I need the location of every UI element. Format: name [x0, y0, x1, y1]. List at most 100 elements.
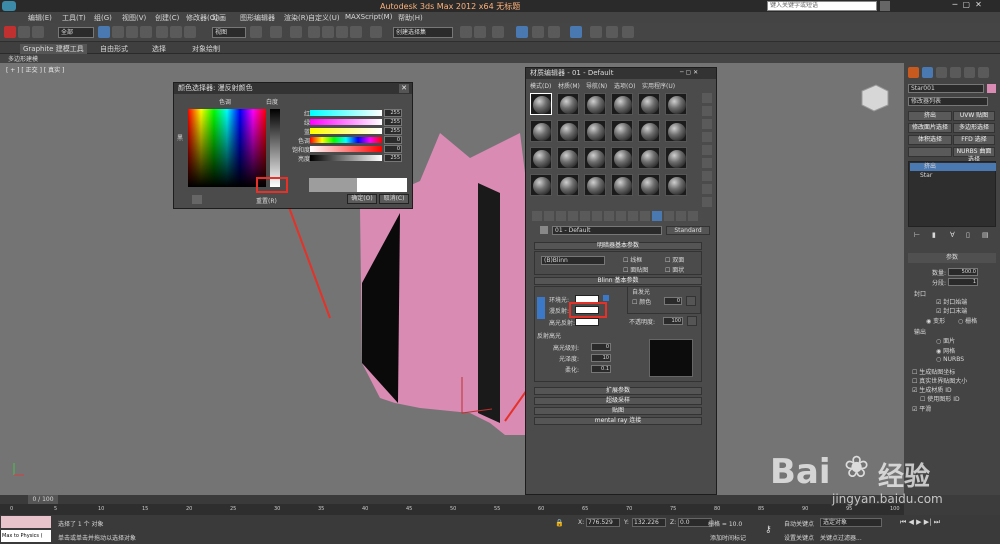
- cancel-button[interactable]: 取消(C): [379, 194, 409, 204]
- snap-icon[interactable]: [308, 26, 320, 38]
- set-key-button[interactable]: 设置关键点: [784, 533, 814, 542]
- maxscript-field[interactable]: Max to Physics (: [1, 530, 51, 542]
- gen-map-coords-checkbox[interactable]: ☐ 生成贴图坐标: [912, 367, 955, 376]
- self-illum-map-button[interactable]: [686, 296, 696, 306]
- rect-select-icon[interactable]: [126, 26, 138, 38]
- object-name-field[interactable]: Star001: [908, 84, 984, 93]
- cap-end-checkbox[interactable]: ☑ 封口末端: [936, 306, 967, 315]
- selection-filter-dropdown[interactable]: 全部: [58, 27, 94, 38]
- faceted-checkbox[interactable]: ☐ 面状: [665, 265, 684, 274]
- link-icon[interactable]: [18, 26, 30, 38]
- menu-item[interactable]: 动画: [212, 13, 226, 23]
- undo-icon[interactable]: [4, 26, 16, 38]
- channel-slider[interactable]: [310, 119, 382, 125]
- ribbon-tab[interactable]: 选择: [152, 44, 166, 54]
- material-type-button[interactable]: Standard: [666, 226, 710, 235]
- reference-coord-dropdown[interactable]: 视图: [212, 27, 246, 38]
- menu-item[interactable]: 组(G): [94, 13, 112, 23]
- keyboard-shortcut-icon[interactable]: [290, 26, 302, 38]
- edit-named-sets-icon[interactable]: [370, 26, 382, 38]
- ribbon-tab[interactable]: 自由形式: [100, 44, 128, 54]
- channel-spinner[interactable]: 0: [384, 136, 402, 144]
- bottom-tool-icon[interactable]: [652, 211, 662, 221]
- sample-slot[interactable]: [638, 174, 660, 196]
- ribbon-tab[interactable]: 对象绘制: [192, 44, 220, 54]
- sample-slot[interactable]: [665, 147, 687, 169]
- reset-button[interactable]: 重置(R): [256, 196, 277, 205]
- y-coord-field[interactable]: 132.226: [632, 518, 666, 527]
- side-tool-icon[interactable]: [702, 184, 712, 194]
- hue-spectrum[interactable]: [188, 109, 266, 187]
- wire-checkbox[interactable]: ☐ 线框: [623, 255, 642, 264]
- menu-item[interactable]: 工具(T): [62, 13, 86, 23]
- material-name-field[interactable]: 01 - Default: [552, 226, 662, 235]
- sample-slot[interactable]: [638, 93, 660, 115]
- menu-item[interactable]: 视图(V): [122, 13, 146, 23]
- side-tool-icon[interactable]: [702, 197, 712, 207]
- sample-slot[interactable]: [584, 147, 606, 169]
- mirror-icon[interactable]: [460, 26, 472, 38]
- bottom-tool-icon[interactable]: [544, 211, 554, 221]
- binoculars-icon[interactable]: [880, 1, 890, 11]
- amount-spinner[interactable]: 500.0: [948, 268, 978, 276]
- menu-item[interactable]: 渲染(R): [284, 13, 308, 23]
- params-rollout[interactable]: 参数: [908, 253, 996, 263]
- sample-slot[interactable]: [557, 174, 579, 196]
- sample-slot[interactable]: [665, 174, 687, 196]
- mental-ray-rollout[interactable]: mental ray 连接: [534, 417, 702, 425]
- graphite-toggle-icon[interactable]: [516, 26, 528, 38]
- stack-item-extrude[interactable]: 挤出: [910, 163, 996, 171]
- sample-slot[interactable]: [584, 120, 606, 142]
- sample-slot[interactable]: [611, 120, 633, 142]
- grid-radio[interactable]: ○ 栅格: [958, 316, 977, 325]
- percent-snap-icon[interactable]: [336, 26, 348, 38]
- unlink-icon[interactable]: [32, 26, 44, 38]
- bottom-tool-icon[interactable]: [688, 211, 698, 221]
- sample-slot[interactable]: [584, 93, 606, 115]
- curve-editor-icon[interactable]: [532, 26, 544, 38]
- playback-controls[interactable]: ⏮ ◀ ▶ ▶| ⏭: [900, 518, 996, 528]
- search-input[interactable]: 键入关键字或短语: [767, 1, 877, 11]
- layer-manager-icon[interactable]: [492, 26, 504, 38]
- sample-slot[interactable]: [530, 147, 552, 169]
- side-tool-icon[interactable]: [702, 93, 712, 103]
- named-selection-dropdown[interactable]: 创建选择集: [393, 27, 453, 38]
- rendered-frame-icon[interactable]: [606, 26, 618, 38]
- make-unique-icon[interactable]: ∀: [950, 231, 955, 239]
- cap-start-checkbox[interactable]: ☑ 封口始端: [936, 297, 967, 306]
- select-by-name-icon[interactable]: [112, 26, 124, 38]
- smooth-checkbox[interactable]: ☑ 平滑: [912, 404, 931, 413]
- maps-rollout[interactable]: 贴图: [534, 407, 702, 415]
- key-target-dropdown[interactable]: 选定对象: [820, 518, 882, 527]
- menu-item[interactable]: 材质(M): [558, 81, 580, 90]
- angle-snap-icon[interactable]: [322, 26, 334, 38]
- shader-dropdown[interactable]: (B)Blinn: [541, 256, 605, 265]
- track-bar[interactable]: 0 5 10 15 20 25 30 35 40 45 50 55 60 65 70 75 80 85 90 95 10…: [0, 504, 904, 515]
- stack-item-star[interactable]: Star: [910, 172, 996, 180]
- modify-tab-icon[interactable]: [922, 67, 933, 78]
- nurbs-select-button[interactable]: NURBS 曲面选择: [953, 147, 995, 163]
- pin-stack-icon[interactable]: ⊢: [914, 231, 920, 239]
- channel-spinner[interactable]: 255: [384, 154, 402, 162]
- sample-slot[interactable]: [638, 147, 660, 169]
- bottom-tool-icon[interactable]: [676, 211, 686, 221]
- window-controls[interactable]: ─ ▢ ✕: [950, 0, 1000, 12]
- render-setup-icon[interactable]: [590, 26, 602, 38]
- sample-slot[interactable]: [530, 174, 552, 196]
- motion-tab-icon[interactable]: [950, 67, 961, 78]
- menu-item[interactable]: 实用程序(U): [642, 81, 675, 90]
- channel-spinner[interactable]: 255: [384, 118, 402, 126]
- channel-spinner[interactable]: 255: [384, 109, 402, 117]
- spinner-snap-icon[interactable]: [350, 26, 362, 38]
- color-checkbox[interactable]: ☐ 颜色: [632, 297, 651, 306]
- uvw-map-button[interactable]: UVW 贴图: [953, 111, 995, 121]
- ribbon-tab[interactable]: Graphite 建模工具: [20, 44, 87, 54]
- spec-level-spinner[interactable]: 0: [591, 343, 611, 351]
- menu-item[interactable]: 选项(O): [614, 81, 635, 90]
- poly-select-button[interactable]: 多边形选择: [953, 123, 995, 133]
- vol-select-button[interactable]: 体积选择: [908, 135, 952, 145]
- render-production-icon[interactable]: [622, 26, 634, 38]
- channel-slider[interactable]: [310, 137, 382, 143]
- menu-item[interactable]: 编辑(E): [28, 13, 52, 23]
- face-map-checkbox[interactable]: ☐ 面贴图: [623, 265, 648, 274]
